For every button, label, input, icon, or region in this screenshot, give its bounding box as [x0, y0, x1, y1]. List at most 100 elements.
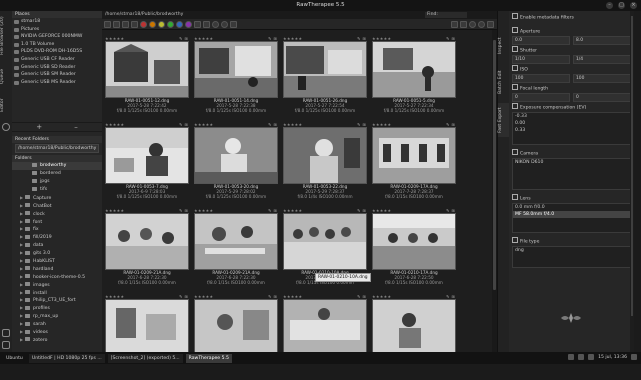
- scrollbar-thumb[interactable]: [493, 40, 496, 290]
- thumbnail-cell[interactable]: ★★★★★ ✎ ⊞ RAW-01-0053-22.dng 2017-5-29 7:…: [283, 122, 367, 208]
- focal-from-field[interactable]: 0: [512, 93, 570, 102]
- list-item[interactable]: dng: [513, 247, 630, 254]
- checkbox-icon[interactable]: [512, 194, 518, 200]
- checkbox-icon[interactable]: [512, 149, 518, 155]
- folder-item[interactable]: ▶ sarah: [20, 320, 102, 328]
- checkbox-icon[interactable]: [512, 13, 518, 19]
- thumbnail-cell[interactable]: ★★★★★ ✎ ⊞ RAW-01-0053-20.dng 2017-5-29 7:…: [194, 122, 278, 208]
- blue-label-icon[interactable]: [176, 20, 183, 28]
- tab-editor[interactable]: Editor: [0, 93, 12, 117]
- filter-all-icon[interactable]: [104, 20, 111, 28]
- shutter-to-field[interactable]: 1/4: [573, 55, 631, 64]
- thumbnail-cell[interactable]: ★★★★★ ✎ ⊞ RAW-01-0051-26.dng 2017-5-27 7:…: [283, 36, 367, 122]
- maximize-button[interactable]: □: [618, 2, 625, 9]
- lens-list[interactable]: 0.0 mm f/0.0 MF 58.0mm f/4.0: [512, 203, 631, 233]
- filter-unrated-icon[interactable]: [113, 20, 120, 28]
- iso-to-field[interactable]: 100: [573, 74, 631, 83]
- folder-item[interactable]: ▶ images: [20, 281, 102, 289]
- thumbnail-cell[interactable]: ★★★★★ ✎ ⊞ RAW-01-0053-7.dng 2017-6-9 7:28…: [105, 122, 189, 208]
- thumbnail-cell[interactable]: ★★★★★ ✎ ⊞: [372, 294, 456, 380]
- lens-filter[interactable]: Lens: [509, 194, 634, 202]
- folder-item[interactable]: ▶ hooker-icon-theme-0.5: [20, 273, 102, 281]
- folder-item[interactable]: ▶ install: [20, 289, 102, 297]
- focal-to-field[interactable]: 0: [573, 93, 631, 102]
- red-label-icon[interactable]: [140, 20, 147, 28]
- checkbox-icon[interactable]: [512, 46, 518, 52]
- place-item[interactable]: 1.0 TB Volume: [12, 41, 102, 49]
- rotate-left-icon[interactable]: [469, 20, 476, 28]
- place-item[interactable]: Pictures: [12, 26, 102, 34]
- scrollbar-thumb[interactable]: [631, 16, 633, 316]
- list-item[interactable]: 0.00: [513, 120, 630, 127]
- folder-item[interactable]: bordered: [20, 170, 102, 178]
- list-item[interactable]: -0.33: [513, 113, 630, 120]
- camera-filter[interactable]: Camera: [509, 149, 634, 157]
- menu-icon[interactable]: [487, 20, 494, 28]
- folder-item[interactable]: ▶ data: [20, 241, 102, 249]
- power-icon[interactable]: [631, 354, 637, 360]
- taskbar-item[interactable]: [Screenshot_2] (exported) 5...: [107, 353, 183, 363]
- star-filter-icon[interactable]: [122, 20, 129, 28]
- folder-item[interactable]: ▶ Capture: [20, 194, 102, 202]
- checkbox-icon[interactable]: [512, 103, 518, 109]
- aperture-from-field[interactable]: 0.0: [512, 36, 570, 45]
- folder-item[interactable]: ▶ hardland: [20, 265, 102, 273]
- star-filter-icon[interactable]: [131, 20, 138, 28]
- iso-from-field[interactable]: 100: [512, 74, 570, 83]
- place-item[interactable]: Generic USB MS Reader: [12, 79, 102, 87]
- yellow-label-icon[interactable]: [158, 20, 165, 28]
- folder-item[interactable]: ▶ font: [20, 218, 102, 226]
- place-item[interactable]: Generic USB SD Reader: [12, 64, 102, 72]
- checkbox-icon[interactable]: [512, 27, 518, 33]
- start-menu-button[interactable]: Ubuntu: [3, 354, 26, 363]
- volume-icon[interactable]: [578, 354, 585, 360]
- checkbox-icon[interactable]: [512, 237, 518, 243]
- iso-filter[interactable]: ISO: [509, 65, 634, 73]
- thumbnail-cell[interactable]: ★★★★★ ✎ ⊞ RAW-01-0210-17A.dng 2017-6-28 7…: [372, 208, 456, 294]
- aperture-filter[interactable]: Aperture: [509, 27, 634, 35]
- green-label-icon[interactable]: [167, 20, 174, 28]
- remove-place-button[interactable]: –: [74, 123, 78, 131]
- file-type-filter[interactable]: File type: [509, 237, 634, 245]
- folder-item[interactable]: ▶ ChatBot: [20, 202, 102, 210]
- folder-item[interactable]: ▶ fill/2019: [20, 233, 102, 241]
- taskbar-item[interactable]: RawTherapee 5.5: [185, 353, 232, 363]
- thumbnail-cell[interactable]: ★★★★★ ✎ ⊞: [105, 294, 189, 380]
- add-place-button[interactable]: +: [36, 123, 42, 131]
- folder-item[interactable]: ▶ gits 3.0: [20, 249, 102, 257]
- list-item[interactable]: 0.0 mm f/0.0: [513, 204, 630, 211]
- network-icon[interactable]: [568, 354, 575, 360]
- aperture-to-field[interactable]: 8.0: [573, 36, 631, 45]
- orange-label-icon[interactable]: [149, 20, 156, 28]
- checkbox-icon[interactable]: [512, 84, 518, 90]
- layout-icon[interactable]: [230, 20, 237, 28]
- purple-label-icon[interactable]: [185, 20, 192, 28]
- thumbnail-cell[interactable]: ★★★★★ ✎ ⊞ RAW-01-0209-17A.dng 2017-7-28 7…: [372, 122, 456, 208]
- gear-icon[interactable]: [2, 123, 10, 131]
- list-item[interactable]: MF 58.0mm f/4.0: [513, 211, 630, 218]
- hand-icon[interactable]: [451, 20, 458, 28]
- folder-item[interactable]: ▶ clock: [20, 210, 102, 218]
- place-item[interactable]: Generic USB CF Reader: [12, 56, 102, 64]
- folder-item[interactable]: ▶ videos: [20, 328, 102, 336]
- battery-icon[interactable]: [588, 354, 595, 360]
- focal-length-filter[interactable]: Focal length: [509, 84, 634, 92]
- place-item[interactable]: PLDS DVD-ROM DH-16D5S: [12, 48, 102, 56]
- list-item[interactable]: NIKON D610: [513, 159, 630, 166]
- folder-item[interactable]: brodworthy: [12, 162, 102, 171]
- filter-panel-scrollbar[interactable]: [630, 11, 634, 352]
- shutter-filter[interactable]: Shutter: [509, 46, 634, 54]
- thumbnail-cell[interactable]: ★★★★★ ✎ ⊞ RAW-01-0209-21A.dng 2017-6-28 7…: [105, 208, 189, 294]
- place-item[interactable]: stmar18: [12, 18, 102, 26]
- edited-filter-icon[interactable]: [194, 20, 201, 28]
- exposure-list[interactable]: -0.33 0.00 0.33: [512, 112, 631, 145]
- folder-item[interactable]: ▶ fix: [20, 225, 102, 233]
- folder-item[interactable]: jpgs: [20, 178, 102, 186]
- thumbnail-cell[interactable]: ★★★★★ ✎ ⊞ RAW-01-0051-5.dng 2017-5-27 7:2…: [372, 36, 456, 122]
- thumbnail-cell[interactable]: ★★★★★ ✎ ⊞ RAW-01-0051-14.dng 2017-5-28 7:…: [194, 36, 278, 122]
- zoom-in-icon[interactable]: [212, 20, 219, 28]
- enable-filters-checkbox[interactable]: Enable metadata filters: [509, 13, 634, 21]
- lock-icon[interactable]: [460, 20, 467, 28]
- file-type-list[interactable]: dng: [512, 246, 631, 268]
- minimize-button[interactable]: –: [606, 2, 613, 9]
